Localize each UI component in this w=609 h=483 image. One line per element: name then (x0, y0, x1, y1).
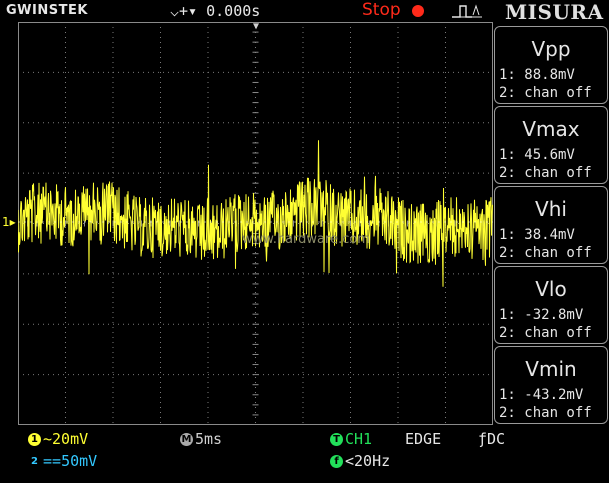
measurement-ch1-value: 1: -43.2mV (499, 387, 584, 403)
measurement-title: Vhi (535, 197, 567, 221)
trigger-source: CH1 (345, 430, 373, 448)
center-watermark-text: www.hardware.com (242, 232, 370, 247)
trigger-coupling-setting[interactable]: ƒDC (478, 430, 505, 448)
filter-badge-icon: f (330, 455, 343, 468)
filter-value: <20Hz (345, 452, 391, 470)
measurement-ch2-value: 2: chan off (499, 165, 592, 181)
waveform-display (18, 22, 493, 425)
ch1-setting[interactable]: 1 ~20mV (28, 430, 88, 448)
ch1-level-marker: 1▸ (2, 215, 16, 229)
trigger-badge-icon: T (330, 433, 343, 446)
ch2-setting[interactable]: 2 ==50mV (28, 452, 97, 470)
ch1-coupling: ~ (43, 430, 53, 448)
run-state-label: Stop (362, 0, 401, 20)
measurement-vhi[interactable]: Vhi 1: 38.4mV 2: chan off (494, 186, 608, 264)
stop-indicator-icon (412, 5, 424, 17)
timebase-badge-icon: M (180, 433, 193, 446)
measurement-ch2-value: 2: chan off (499, 245, 592, 261)
status-bar: GWINSTEK ⌵+▾ 0.000s Stop MISURA (0, 0, 609, 24)
ch1-scale: 20mV (52, 430, 89, 448)
ch2-coupling: == (43, 452, 62, 470)
timebase-setting[interactable]: M 5ms (180, 430, 222, 448)
measurement-title: Vlo (535, 277, 567, 301)
measurement-ch1-value: 1: 45.6mV (499, 147, 575, 163)
measurement-title: Vmin (525, 357, 577, 381)
oscilloscope-screen: GWINSTEK ⌵+▾ 0.000s Stop MISURA ▼ 1▸ www… (0, 0, 609, 483)
trigger-source-setting[interactable]: T CH1 (330, 430, 372, 448)
measurement-ch2-value: 2: chan off (499, 85, 592, 101)
filter-setting[interactable]: f <20Hz (330, 452, 390, 470)
trigger-arrows-icon: ⌵+▾ (170, 2, 207, 20)
brand-logo: GWINSTEK (6, 3, 88, 18)
ch2-badge-icon: 2 (31, 456, 38, 467)
watermark-logo: MISURA (505, 0, 604, 24)
measurement-vmax[interactable]: Vmax 1: 45.6mV 2: chan off (494, 106, 608, 184)
trigger-position-readout: ⌵+▾ 0.000s (170, 2, 260, 20)
rising-edge-trigger-icon (452, 4, 482, 18)
trigger-position-value: 0.000s (206, 2, 261, 20)
measurement-vlo[interactable]: Vlo 1: -32.8mV 2: chan off (494, 266, 608, 344)
measurement-ch1-value: 1: -32.8mV (499, 307, 584, 323)
measurement-ch2-value: 2: chan off (499, 325, 592, 341)
measurement-vpp[interactable]: Vpp 1: 88.8mV 2: chan off (494, 26, 608, 104)
measurement-panel: Vpp 1: 88.8mV 2: chan off Vmax 1: 45.6mV 2: c… (494, 22, 609, 425)
rising-slope-icon: ƒ (478, 430, 488, 448)
channel-info-bar: 1 ~20mV 2 ==50mV M 5ms T CH1 EDGE ƒDC f <20Hz (0, 426, 609, 483)
ch2-scale: 50mV (61, 452, 98, 470)
trigger-type[interactable]: EDGE (405, 430, 441, 448)
measurement-ch1-value: 1: 38.4mV (499, 227, 575, 243)
timebase-value: 5ms (195, 430, 223, 448)
measurement-title: Vmax (522, 117, 580, 141)
measurement-ch2-value: 2: chan off (499, 405, 592, 421)
trigger-coupling: DC (487, 430, 506, 448)
measurement-title: Vpp (531, 37, 571, 61)
measurement-vmin[interactable]: Vmin 1: -43.2mV 2: chan off (494, 346, 608, 424)
measurement-ch1-value: 1: 88.8mV (499, 67, 575, 83)
ch1-badge-icon: 1 (28, 433, 41, 446)
trigger-marker-icon: ▼ (253, 21, 260, 32)
